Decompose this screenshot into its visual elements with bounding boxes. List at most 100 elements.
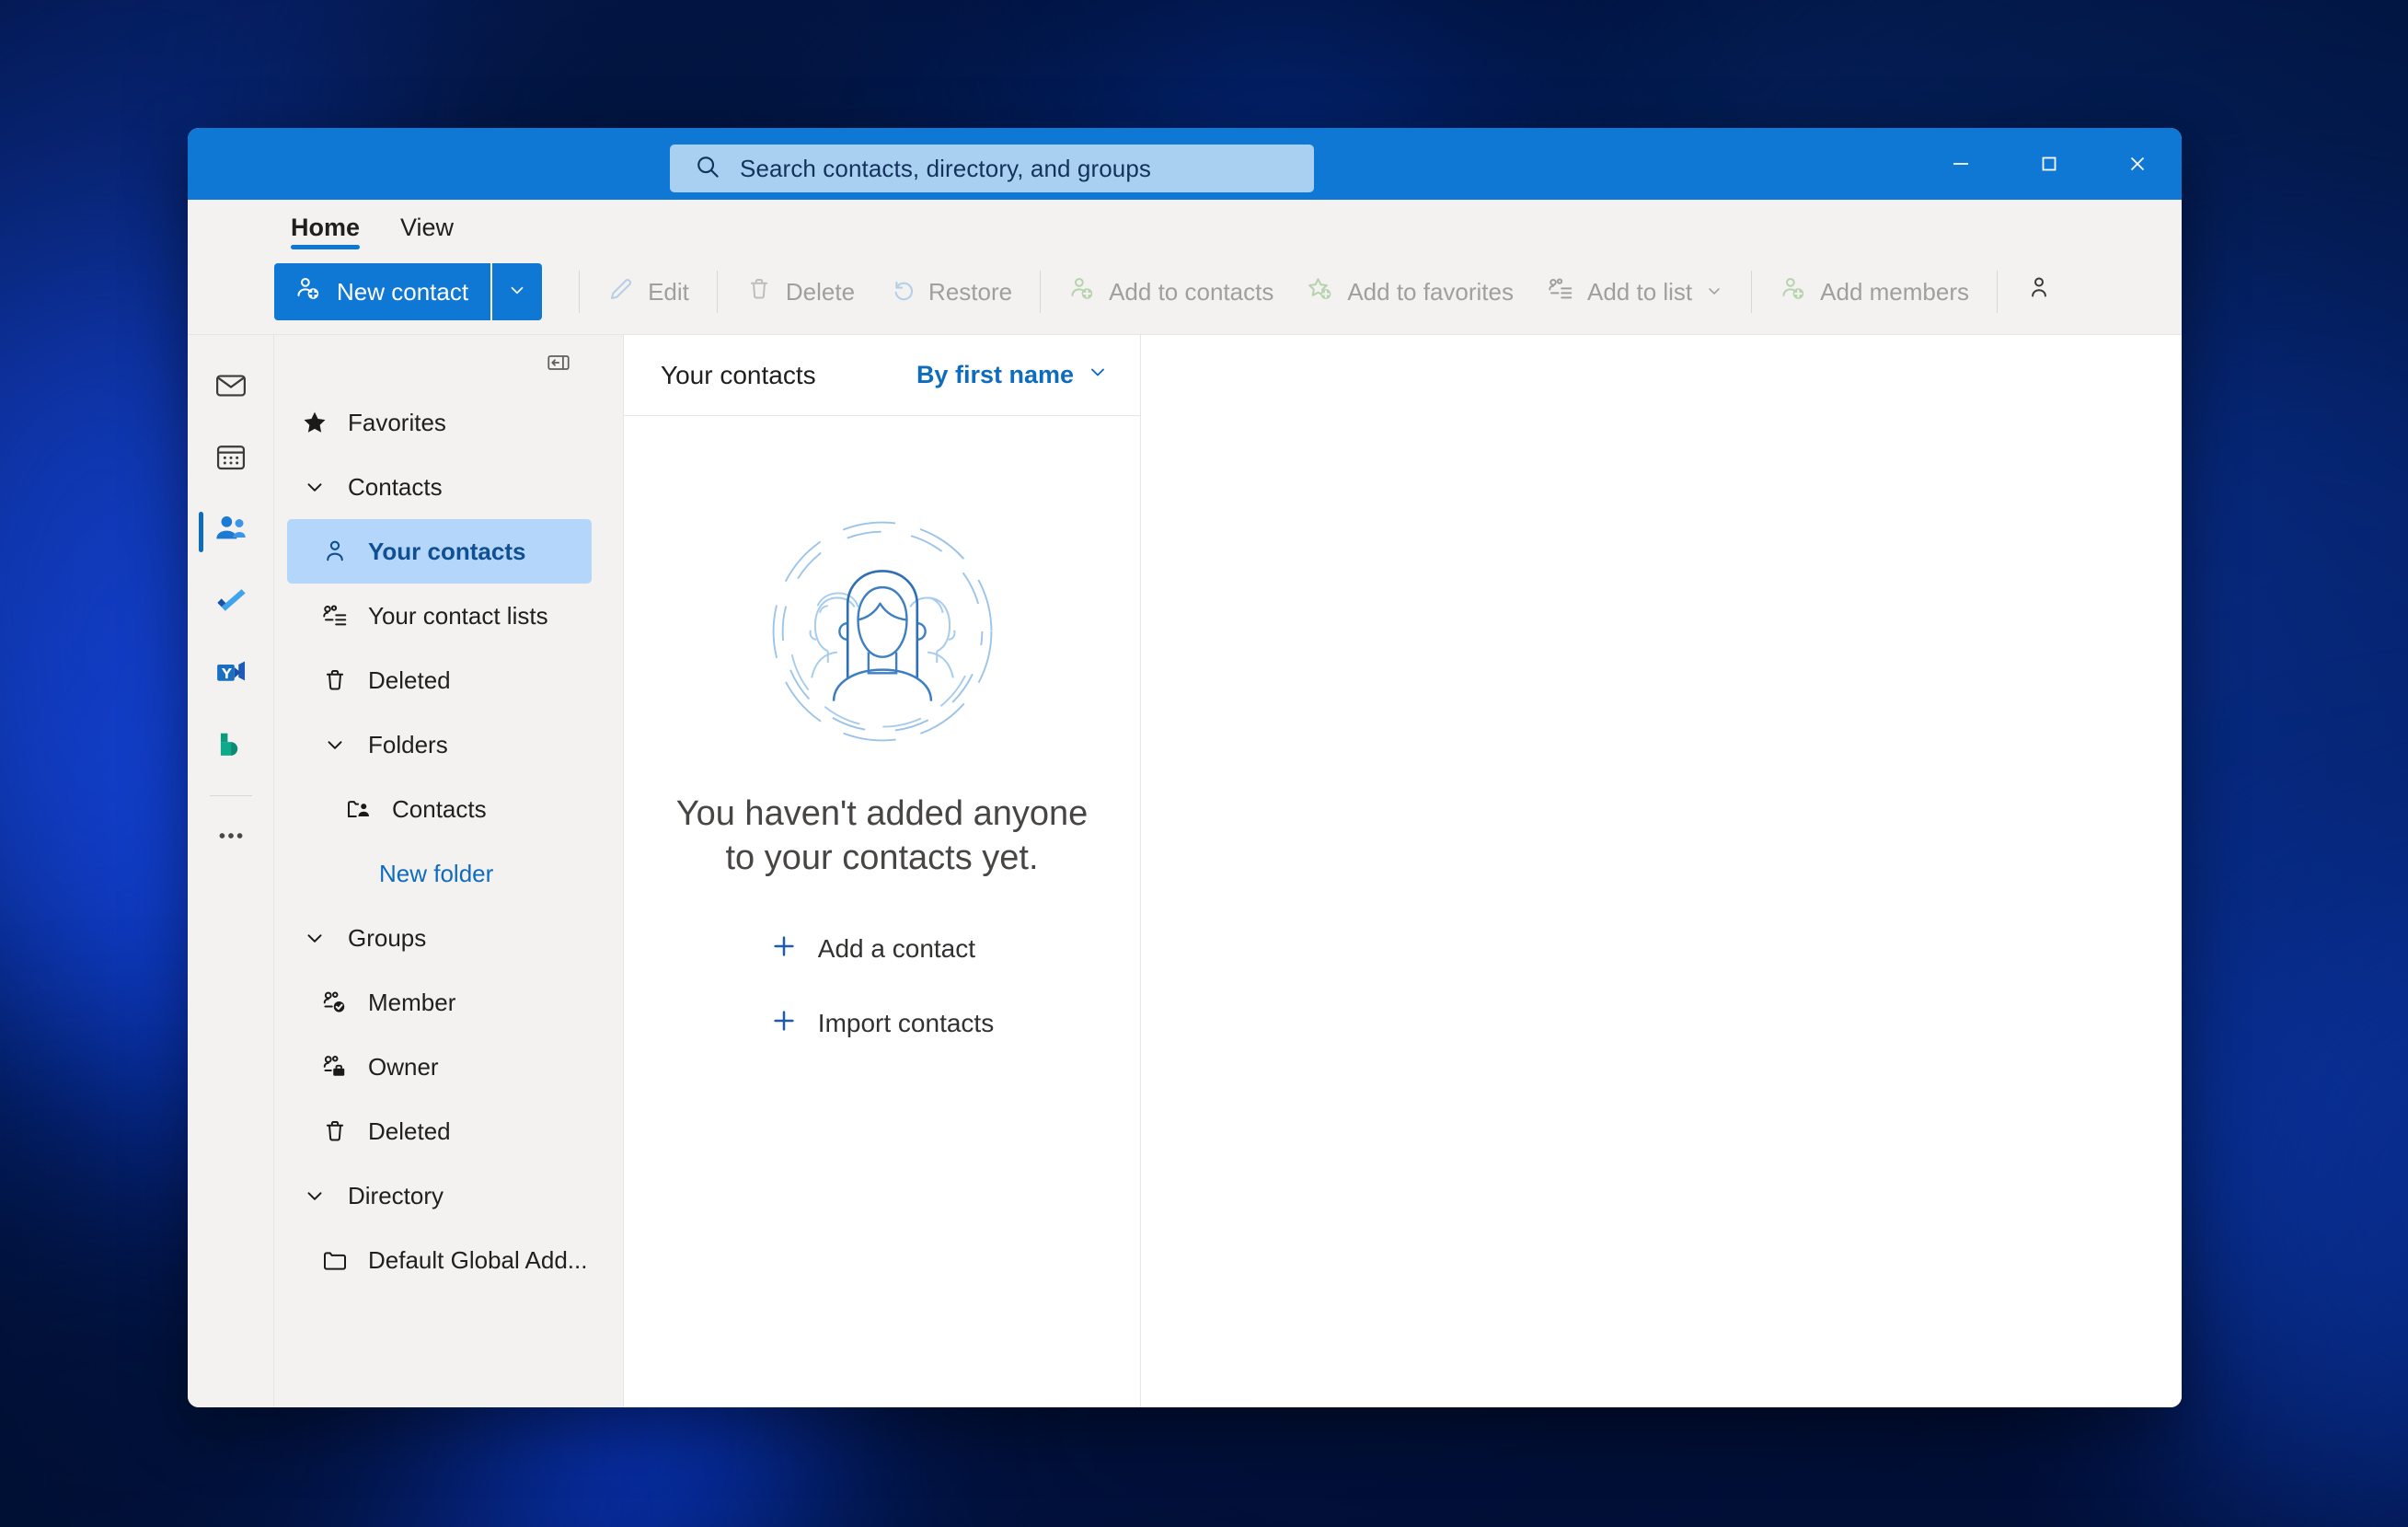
star-add-icon (1307, 275, 1334, 309)
person-add-icon (1780, 275, 1807, 309)
command-divider (1751, 271, 1752, 313)
sort-dropdown-button[interactable]: By first name (911, 355, 1114, 395)
new-contact-split-button: New contact (274, 263, 542, 320)
outlook-people-window: Search contacts, directory, and groups H… (188, 128, 2182, 1407)
empty-state: You haven't added anyone to your contact… (624, 416, 1140, 1407)
nav-group-contacts[interactable]: Contacts (287, 455, 592, 519)
nav-label: Contacts (392, 795, 487, 824)
maximize-button[interactable] (2005, 128, 2093, 200)
nav-item-deleted-contacts[interactable]: Deleted (287, 648, 592, 712)
navigation-tree: Favorites Contacts (274, 390, 605, 1407)
checkmark-icon (213, 583, 249, 624)
nav-label: Favorites (348, 409, 446, 437)
search-placeholder: Search contacts, directory, and groups (740, 155, 1151, 183)
calendar-icon (213, 440, 248, 480)
search-input[interactable]: Search contacts, directory, and groups (670, 145, 1314, 192)
nav-item-deleted-groups[interactable]: Deleted (287, 1099, 592, 1163)
rail-item-to-do[interactable] (188, 567, 274, 639)
contact-detail-pane (1141, 335, 2182, 1407)
contact-list-icon (315, 602, 355, 630)
restore-label: Restore (928, 280, 1012, 304)
tab-view[interactable]: View (384, 215, 470, 249)
trash-icon (745, 275, 773, 309)
new-contact-dropdown-button[interactable] (492, 263, 542, 320)
edit-button[interactable]: Edit (591, 263, 706, 320)
nav-group-directory[interactable]: Directory (287, 1163, 592, 1228)
nav-label: Deleted (368, 666, 451, 695)
add-to-contacts-label: Add to contacts (1109, 280, 1273, 304)
nav-item-contacts-folder[interactable]: Contacts (287, 777, 592, 841)
person-add-icon (1068, 275, 1096, 309)
person-add-icon (294, 275, 322, 309)
undo-arrow-icon (888, 275, 916, 309)
window-controls (1917, 128, 2182, 200)
import-contacts-link[interactable]: Import contacts (761, 1001, 1003, 1047)
collapse-pane-icon (546, 350, 571, 380)
nav-item-new-folder[interactable]: New folder (287, 841, 592, 906)
delete-button[interactable]: Delete (729, 263, 871, 320)
search-icon (694, 153, 721, 185)
add-to-contacts-button[interactable]: Add to contacts (1052, 263, 1290, 320)
nav-item-your-contacts[interactable]: Your contacts (287, 519, 592, 584)
contact-folder-icon (339, 795, 379, 823)
title-bar: Search contacts, directory, and groups (188, 128, 2182, 200)
add-a-contact-link[interactable]: Add a contact (761, 927, 1003, 972)
command-divider (579, 271, 580, 313)
add-to-favorites-button[interactable]: Add to favorites (1290, 263, 1530, 320)
add-to-list-button[interactable]: Add to list (1530, 263, 1740, 320)
rail-divider (210, 795, 252, 796)
new-contact-button[interactable]: New contact (274, 263, 490, 320)
nav-label: Your contacts (368, 538, 525, 566)
command-divider (717, 271, 718, 313)
collapse-navigation-pane-button[interactable] (540, 346, 577, 383)
nav-item-favorites[interactable]: Favorites (287, 390, 592, 455)
sort-label: By first name (916, 361, 1074, 389)
nav-item-owner[interactable]: Owner (287, 1035, 592, 1099)
ribbon-tabs: Home View (188, 200, 2182, 249)
people-icon (213, 511, 249, 552)
empty-state-message: You haven't added anyone to your contact… (666, 792, 1099, 881)
mail-icon (213, 368, 248, 408)
chevron-down-icon (507, 280, 527, 305)
close-button[interactable] (2093, 128, 2182, 200)
nav-group-folders[interactable]: Folders (287, 712, 592, 777)
tab-home[interactable]: Home (274, 215, 376, 249)
rail-item-viva-engage[interactable] (188, 639, 274, 711)
add-to-favorites-label: Add to favorites (1347, 280, 1514, 304)
ribbon: Home View (188, 200, 2182, 335)
ellipsis-icon (214, 819, 248, 857)
nav-item-your-contact-lists[interactable]: Your contact lists (287, 584, 592, 648)
nav-label: Directory (348, 1182, 444, 1210)
people-briefcase-icon (315, 1053, 355, 1081)
add-members-button[interactable]: Add members (1763, 263, 1986, 320)
command-bar: New contact E (188, 249, 2182, 334)
yammer-icon (213, 655, 248, 695)
nav-label: Member (368, 989, 455, 1017)
rail-item-bookings[interactable] (188, 711, 274, 782)
bookings-icon (214, 728, 248, 766)
rail-item-more-apps[interactable] (188, 802, 274, 873)
app-body: Favorites Contacts (188, 335, 2182, 1407)
list-title: Your contacts (661, 361, 816, 390)
chevron-down-icon (294, 475, 335, 499)
nav-label: Contacts (348, 473, 443, 502)
nav-item-default-global-address-list[interactable]: Default Global Add... (287, 1228, 592, 1292)
rail-item-calendar[interactable] (188, 423, 274, 495)
rail-item-people[interactable] (188, 495, 274, 567)
rail-item-mail[interactable] (188, 352, 274, 423)
trash-icon (315, 666, 355, 694)
nav-item-member[interactable]: Member (287, 970, 592, 1035)
overflow-command-clipped[interactable] (2009, 263, 2069, 320)
chevron-down-icon (1705, 278, 1723, 307)
nav-group-groups[interactable]: Groups (287, 906, 592, 970)
plus-icon (770, 1007, 798, 1041)
star-filled-icon (294, 409, 335, 436)
command-divider (1040, 271, 1041, 313)
minimize-button[interactable] (1917, 128, 2005, 200)
restore-button[interactable]: Restore (871, 263, 1029, 320)
person-icon (315, 538, 355, 565)
plus-icon (770, 932, 798, 966)
folder-icon (315, 1246, 355, 1274)
trash-icon (315, 1117, 355, 1145)
nav-label: Folders (368, 731, 448, 759)
